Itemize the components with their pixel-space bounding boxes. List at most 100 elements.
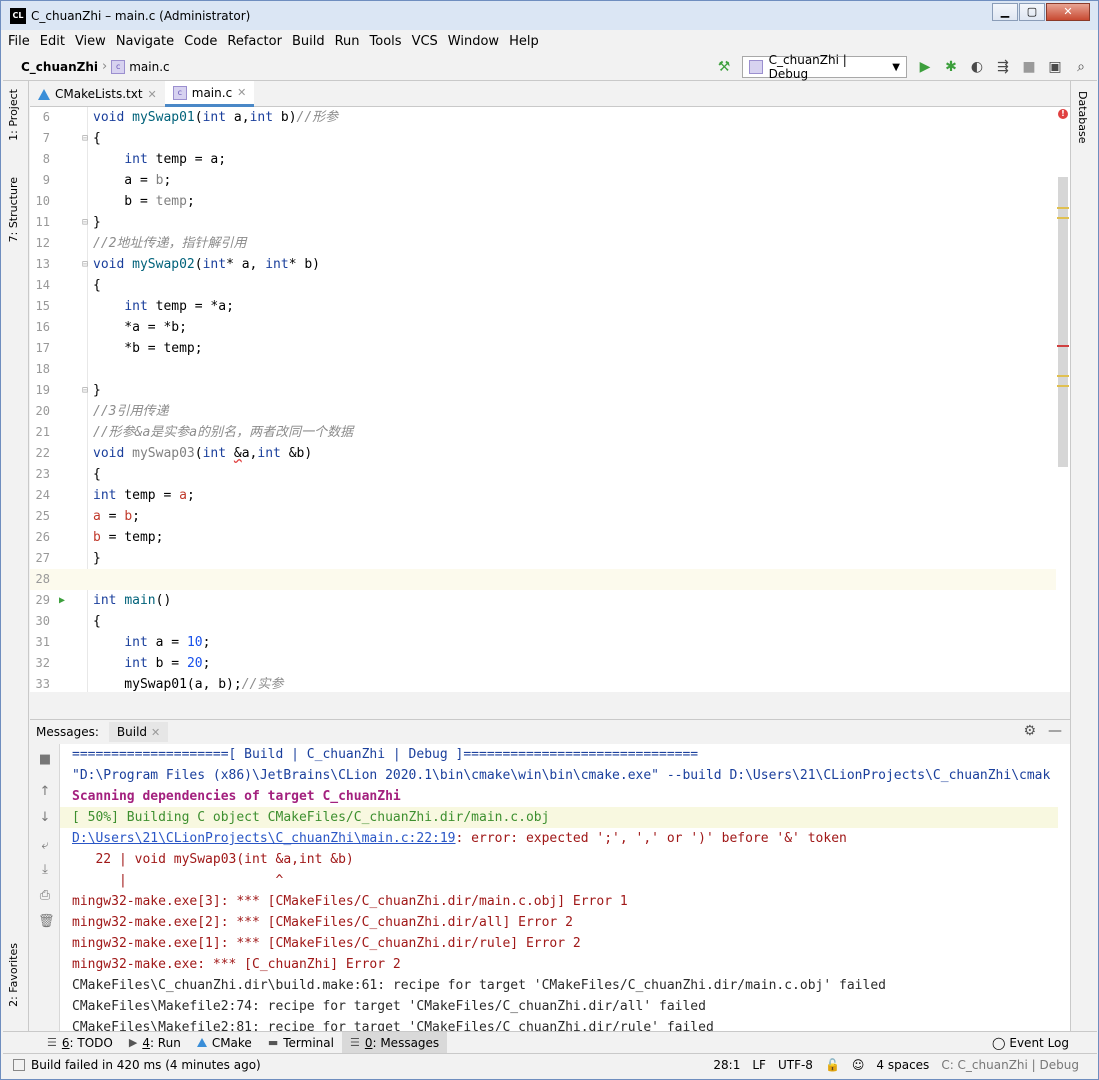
search-icon[interactable]: ⌕ — [1073, 59, 1089, 75]
clion-logo-icon: CL — [10, 7, 26, 24]
tab-run[interactable]: ▶ 4: Run — [121, 1032, 189, 1054]
tab-todo[interactable]: ☰ 6: TODO — [39, 1032, 121, 1054]
toolbar-right: ⚒ C_chuanZhi | Debug ▼ ▶ ✱ ◐ ⇶ ■ ▣ ⌕ — [716, 53, 1089, 81]
list-icon: ☰ — [47, 1035, 57, 1049]
file-encoding[interactable]: UTF-8 — [778, 1058, 813, 1072]
breadcrumb-file[interactable]: main.c — [129, 60, 169, 74]
output-line: CMakeFiles\Makefile2:81: recipe for targ… — [72, 1020, 714, 1031]
arrow-up-icon[interactable]: ↑ — [38, 784, 52, 800]
resolve-context[interactable]: C: C_chuanZhi | Debug — [941, 1058, 1079, 1072]
menu-edit[interactable]: Edit — [35, 34, 70, 49]
trash-icon[interactable]: 🗑 — [38, 914, 55, 930]
title-bar: CL C_chuanZhi – main.c (Administrator) ▁… — [1, 1, 1098, 30]
database-tool-tab[interactable]: Database — [1076, 91, 1089, 144]
code-line: 29 ▶ int main() — [30, 590, 1070, 611]
status-message[interactable]: Build failed in 420 ms (4 minutes ago) — [31, 1058, 261, 1072]
tab-messages[interactable]: ☰ 0: Messages — [341, 1031, 448, 1054]
event-log-icon: ◯ — [991, 1035, 1006, 1050]
favorites-tool-tab[interactable]: 2: Favorites — [7, 943, 20, 1007]
tab-main-c[interactable]: c main.c ✕ — [164, 81, 255, 107]
debug-bug-icon[interactable]: ✱ — [943, 59, 959, 75]
menu-help[interactable]: Help — [504, 34, 544, 49]
code-line: 14{ — [35, 278, 101, 293]
code-line: 30{ — [35, 614, 101, 629]
run-play-icon[interactable]: ▶ — [917, 59, 933, 75]
warning-stripe[interactable] — [1057, 217, 1069, 219]
code-line: 7 ⊟{ — [42, 131, 101, 146]
lock-icon[interactable]: 🔓 — [825, 1058, 840, 1072]
code-editor[interactable]: 6 void mySwap01(int a,int b)//形参 7 ⊟{ 8 in… — [30, 107, 1070, 692]
close-icon[interactable]: ✕ — [148, 88, 157, 101]
menu-refactor[interactable]: Refactor — [222, 34, 287, 49]
code-line: 33 mySwap01(a, b);//实参 — [35, 677, 284, 692]
output-line: 22 | void mySwap03(int &a,int &b) — [72, 852, 354, 867]
menu-navigate[interactable]: Navigate — [111, 34, 179, 49]
close-icon[interactable]: ✕ — [237, 86, 246, 99]
print-icon[interactable]: ⎙ — [38, 888, 52, 904]
output-line: D:\Users\21\CLionProjects\C_chuanZhi\mai… — [72, 831, 847, 846]
stop-icon[interactable]: ■ — [38, 752, 52, 768]
run-config-label: C_chuanZhi | Debug — [768, 53, 847, 81]
error-indicator-icon[interactable]: ! — [1058, 109, 1068, 119]
breadcrumb-project[interactable]: C_chuanZhi — [21, 60, 98, 74]
project-tool-tab[interactable]: 1: Project — [7, 89, 20, 141]
menu-file[interactable]: File — [3, 34, 35, 49]
editor-tabs: CMakeLists.txt ✕ c main.c ✕ — [30, 81, 1070, 107]
code-line: 17 *b = temp; — [35, 341, 203, 356]
error-location-link[interactable]: D:\Users\21\CLionProjects\C_chuanZhi\mai… — [72, 831, 456, 846]
close-button[interactable]: ✕ — [1046, 3, 1090, 21]
profile-icon[interactable]: ⇶ — [995, 59, 1011, 75]
code-line: 9 a = b; — [42, 173, 172, 188]
warning-stripe[interactable] — [1057, 207, 1069, 209]
run-gutter-icon[interactable]: ▶ — [59, 590, 65, 611]
status-panel-icon[interactable] — [13, 1059, 25, 1071]
event-log-button[interactable]: ◯ Event Log — [992, 1036, 1069, 1050]
code-line: 32 int b = 20; — [35, 656, 211, 671]
code-line: 24 int temp = a; — [35, 488, 195, 503]
soft-wrap-icon[interactable]: ⤶ — [38, 838, 52, 854]
menu-build[interactable]: Build — [287, 34, 330, 49]
layout-icon[interactable]: ▣ — [1047, 59, 1063, 75]
error-stripe[interactable] — [1057, 345, 1069, 347]
build-output[interactable]: ====================[ Build | C_chuanZhi… — [60, 744, 1070, 1031]
menu-run[interactable]: Run — [330, 34, 365, 49]
arrow-down-icon[interactable]: ↓ — [38, 810, 52, 826]
menu-tools[interactable]: Tools — [365, 34, 407, 49]
gear-icon[interactable]: ⚙ — [1023, 723, 1036, 739]
code-line: 13 ⊟ void mySwap02(int* a, int* b) — [35, 257, 321, 272]
tab-terminal[interactable]: ▬ Terminal — [260, 1032, 342, 1054]
tab-cmakelists[interactable]: CMakeLists.txt ✕ — [30, 81, 165, 107]
line-separator[interactable]: LF — [752, 1058, 766, 1072]
code-line: 16 *a = *b; — [35, 320, 187, 335]
ide-window: CL C_chuanZhi – main.c (Administrator) ▁… — [0, 0, 1099, 1080]
scroll-to-end-icon[interactable]: ⤓ — [38, 862, 52, 878]
menu-view[interactable]: View — [70, 34, 111, 49]
close-icon[interactable]: ✕ — [151, 726, 160, 739]
scroll-thumb[interactable] — [1058, 177, 1068, 467]
hammer-build-icon[interactable]: ⚒ — [716, 59, 732, 75]
warning-stripe[interactable] — [1057, 375, 1069, 377]
coverage-icon[interactable]: ◐ — [969, 59, 985, 75]
panel-splitter[interactable] — [30, 692, 1070, 719]
tab-cmake[interactable]: CMake — [189, 1032, 260, 1054]
editor-scrollbar[interactable]: ! — [1056, 107, 1070, 692]
menu-window[interactable]: Window — [443, 34, 504, 49]
code-line: 15 int temp = *a; — [35, 299, 234, 314]
stop-icon[interactable]: ■ — [1021, 59, 1037, 75]
caret-position[interactable]: 28:1 — [713, 1058, 740, 1072]
code-line: 12//2地址传递，指针解引用 — [35, 236, 247, 251]
menu-vcs[interactable]: VCS — [407, 34, 443, 49]
run-config-select[interactable]: C_chuanZhi | Debug ▼ — [742, 53, 907, 81]
inspector-icon[interactable]: ☺ — [852, 1058, 865, 1072]
minimize-button[interactable]: ▁ — [992, 3, 1018, 21]
left-tool-strip: 1: Project 7: Structure 2: Favorites — [3, 81, 29, 1031]
hide-panel-icon[interactable]: — — [1048, 723, 1062, 739]
maximize-button[interactable]: ▢ — [1019, 3, 1045, 21]
status-right: 28:1 LF UTF-8 🔓 ☺ 4 spaces C: C_chuanZhi… — [713, 1058, 1079, 1072]
tab-build[interactable]: Build ✕ — [108, 722, 169, 742]
structure-tool-tab[interactable]: 7: Structure — [7, 177, 20, 242]
output-line: [ 50%] Building C object CMakeFiles/C_ch… — [60, 807, 1058, 828]
warning-stripe[interactable] — [1057, 385, 1069, 387]
menu-code[interactable]: Code — [179, 34, 222, 49]
indent-setting[interactable]: 4 spaces — [876, 1058, 929, 1072]
